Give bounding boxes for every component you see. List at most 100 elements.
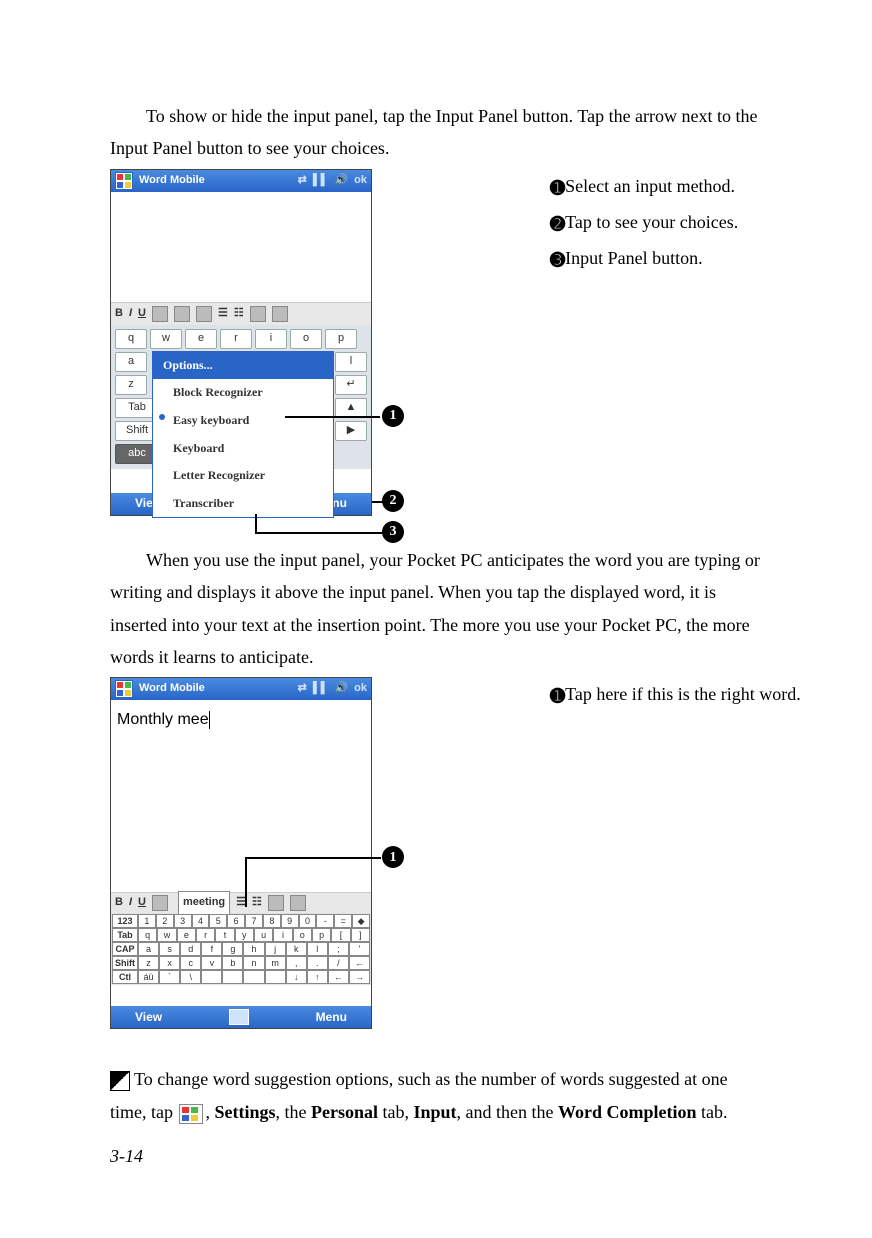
key[interactable]: 5 (209, 914, 227, 928)
key[interactable]: d (180, 942, 201, 956)
key[interactable] (265, 970, 286, 984)
ok-button[interactable]: ok (354, 171, 367, 191)
key[interactable]: 2 (156, 914, 174, 928)
key-row-label[interactable]: Tab (112, 928, 138, 942)
key[interactable]: j (265, 942, 286, 956)
key[interactable]: e (177, 928, 196, 942)
word-suggestion[interactable]: meeting (178, 891, 230, 915)
key[interactable]: 3 (174, 914, 192, 928)
key[interactable]: áü (138, 970, 159, 984)
key-row-label[interactable]: CAP (112, 942, 138, 956)
key[interactable]: n (243, 956, 264, 970)
key[interactable] (222, 970, 243, 984)
input-menu-easy-keyboard[interactable]: Easy keyboard (153, 407, 333, 435)
numbering-icon[interactable]: ☷ (252, 893, 262, 913)
input-menu-block-recognizer[interactable]: Block Recognizer (153, 379, 333, 407)
key-p[interactable]: p (325, 329, 357, 349)
highlight-icon[interactable] (174, 306, 190, 322)
bold-button[interactable]: B (115, 304, 123, 324)
input-panel-button[interactable] (229, 1009, 249, 1025)
key[interactable]: b (222, 956, 243, 970)
key[interactable]: p (312, 928, 331, 942)
document-edit-area[interactable]: Monthly mee (111, 700, 371, 892)
input-method-menu[interactable]: Options... Block Recognizer Easy keyboar… (152, 351, 334, 519)
underline-button[interactable]: U (138, 304, 146, 324)
bullets-icon[interactable]: ☰ (218, 304, 228, 324)
key[interactable]: , (286, 956, 307, 970)
bold-button[interactable]: B (115, 893, 123, 913)
indent-icon[interactable] (272, 306, 288, 322)
align-icon[interactable] (152, 895, 168, 911)
key[interactable]: c (180, 956, 201, 970)
onscreen-keyboard-full[interactable]: 1231234567890-=◆Tabqwertyuiop[]CAPasdfgh… (111, 913, 371, 985)
key-e[interactable]: e (185, 329, 217, 349)
view-menu[interactable]: View (135, 1007, 162, 1029)
indent-icon[interactable] (290, 895, 306, 911)
key-row-label[interactable]: Shift (112, 956, 138, 970)
key[interactable]: k (286, 942, 307, 956)
key-l[interactable]: l (335, 352, 367, 372)
key[interactable]: ] (351, 928, 370, 942)
key[interactable]: ← (328, 970, 349, 984)
key-a[interactable]: a (115, 352, 147, 372)
key[interactable]: ` (159, 970, 180, 984)
key[interactable]: v (201, 956, 222, 970)
underline-button[interactable]: U (138, 893, 146, 913)
key[interactable]: 8 (263, 914, 281, 928)
key[interactable]: g (222, 942, 243, 956)
key[interactable]: \ (180, 970, 201, 984)
key[interactable]: s (159, 942, 180, 956)
input-menu-letter-recognizer[interactable]: Letter Recognizer (153, 462, 333, 490)
key-q[interactable]: q (115, 329, 147, 349)
italic-button[interactable]: I (129, 893, 132, 913)
input-menu-transcriber[interactable]: Transcriber (153, 490, 333, 518)
key[interactable]: r (196, 928, 215, 942)
key-row-label[interactable]: 123 (112, 914, 138, 928)
input-menu-options[interactable]: Options... (153, 352, 333, 380)
key[interactable]: = (334, 914, 352, 928)
key[interactable]: y (235, 928, 254, 942)
font-color-icon[interactable] (196, 306, 212, 322)
key[interactable]: o (293, 928, 312, 942)
key[interactable]: ← (349, 956, 370, 970)
key[interactable]: ' (349, 942, 370, 956)
key[interactable]: i (273, 928, 292, 942)
numbering-icon[interactable]: ☷ (234, 304, 244, 324)
ok-button[interactable]: ok (354, 679, 367, 699)
key-right[interactable]: ▶ (335, 421, 367, 441)
key[interactable]: - (316, 914, 334, 928)
key-o[interactable]: o (290, 329, 322, 349)
key[interactable]: 7 (245, 914, 263, 928)
key[interactable]: h (243, 942, 264, 956)
key[interactable]: [ (331, 928, 350, 942)
key[interactable]: m (265, 956, 286, 970)
key[interactable]: q (138, 928, 157, 942)
key[interactable]: a (138, 942, 159, 956)
key[interactable]: t (215, 928, 234, 942)
key[interactable]: l (307, 942, 328, 956)
key-row-label[interactable]: Ctl (112, 970, 138, 984)
key[interactable] (201, 970, 222, 984)
outdent-icon[interactable] (268, 895, 284, 911)
key[interactable]: / (328, 956, 349, 970)
key[interactable]: ◆ (352, 914, 370, 928)
key-r[interactable]: r (220, 329, 252, 349)
key[interactable]: → (349, 970, 370, 984)
key[interactable]: u (254, 928, 273, 942)
key-up[interactable]: ▲ (335, 398, 367, 418)
align-icon[interactable] (152, 306, 168, 322)
key[interactable]: x (159, 956, 180, 970)
outdent-icon[interactable] (250, 306, 266, 322)
italic-button[interactable]: I (129, 304, 132, 324)
key-z[interactable]: z (115, 375, 147, 395)
key-i[interactable]: i (255, 329, 287, 349)
key[interactable]: 4 (192, 914, 210, 928)
key[interactable]: 9 (281, 914, 299, 928)
key[interactable]: . (307, 956, 328, 970)
key[interactable]: 1 (138, 914, 156, 928)
key[interactable]: ; (328, 942, 349, 956)
menu-button[interactable]: Menu (316, 1007, 347, 1029)
key[interactable] (243, 970, 264, 984)
key[interactable]: f (201, 942, 222, 956)
key[interactable]: ↑ (307, 970, 328, 984)
